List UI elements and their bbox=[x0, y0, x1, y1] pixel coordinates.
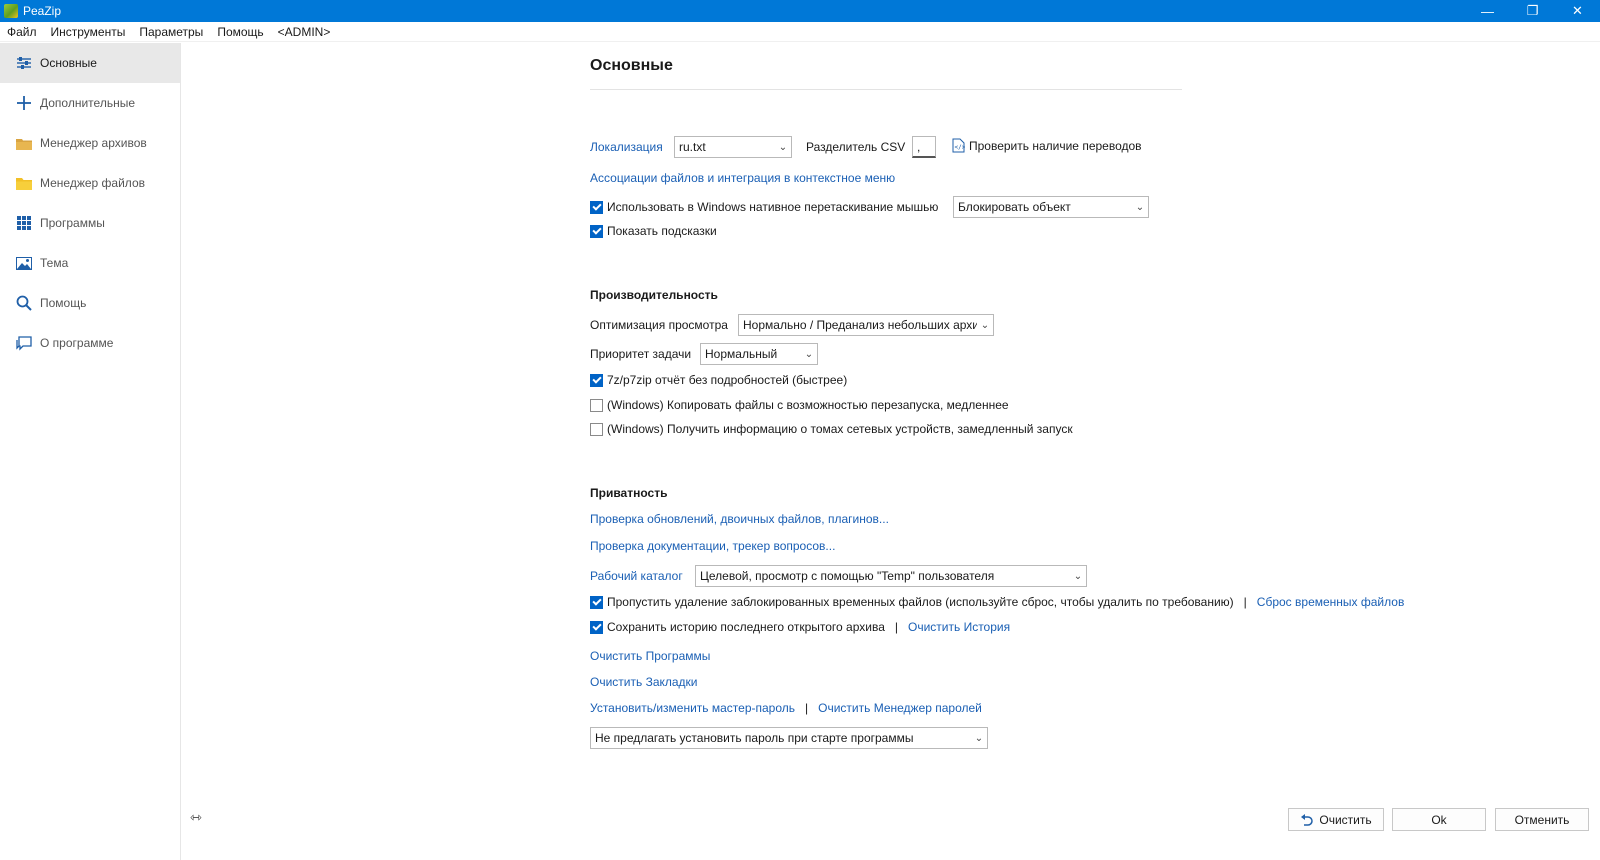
plus-icon bbox=[16, 95, 32, 111]
sidebar-item-label: Помощь bbox=[40, 296, 87, 310]
folder-icon bbox=[16, 175, 32, 191]
task-priority-label: Приоритет задачи bbox=[590, 347, 692, 361]
sidebar-item-archive-manager[interactable]: Менеджер архивов bbox=[0, 123, 180, 163]
menu-options[interactable]: Параметры bbox=[132, 25, 210, 39]
drag-mode-select[interactable]: Блокировать объект ⌄ bbox=[953, 196, 1149, 218]
page-title: Основные bbox=[590, 57, 673, 74]
csv-separator-label: Разделитель CSV bbox=[806, 140, 906, 154]
chevron-down-icon: ⌄ bbox=[980, 319, 990, 331]
sidebar-item-general[interactable]: Основные bbox=[0, 43, 180, 83]
csv-separator-input[interactable]: , bbox=[912, 136, 936, 158]
master-password-link[interactable]: Установить/изменить мастер-пароль bbox=[590, 701, 795, 715]
localization-link[interactable]: Локализация bbox=[590, 140, 663, 154]
sidebar-item-label: Тема bbox=[40, 256, 69, 270]
svg-text:</>: </> bbox=[955, 144, 966, 151]
clear-password-manager-link[interactable]: Очистить Менеджер паролей bbox=[818, 701, 982, 715]
reset-temp-files-link[interactable]: Сброс временных файлов bbox=[1257, 595, 1405, 609]
clear-programs-link[interactable]: Очистить Программы bbox=[590, 649, 710, 663]
sidebar-item-label: Менеджер файлов bbox=[40, 176, 145, 190]
sidebar-item-help[interactable]: Помощь bbox=[0, 283, 180, 323]
sidebar-item-label: Менеджер архивов bbox=[40, 136, 147, 150]
menu-bar: Файл Инструменты Параметры Помощь <ADMIN… bbox=[0, 22, 1600, 42]
checkbox-unchecked bbox=[590, 422, 603, 436]
menu-admin[interactable]: <ADMIN> bbox=[271, 25, 338, 39]
grid-icon bbox=[16, 215, 32, 231]
resize-arrows-icon[interactable]: ⇿ bbox=[190, 809, 202, 826]
check-translations-link[interactable]: </> Проверить наличие переводов bbox=[952, 138, 1142, 153]
title-divider bbox=[590, 89, 1182, 90]
checkbox-checked bbox=[590, 620, 603, 634]
password-links-row: Установить/изменить мастер-пароль | Очис… bbox=[590, 701, 982, 715]
chat-icon bbox=[16, 335, 32, 351]
chevron-down-icon: ⌄ bbox=[1135, 201, 1145, 213]
close-button[interactable]: ✕ bbox=[1555, 0, 1600, 22]
save-history-checkbox[interactable]: Сохранить историю последнего открытого а… bbox=[590, 620, 1010, 634]
chevron-down-icon: ⌄ bbox=[804, 348, 814, 360]
image-icon bbox=[16, 255, 32, 271]
clear-bookmarks-link[interactable]: Очистить Закладки bbox=[590, 675, 698, 689]
chevron-down-icon: ⌄ bbox=[1073, 570, 1083, 582]
sidebar-item-file-manager[interactable]: Менеджер файлов bbox=[0, 163, 180, 203]
checkbox-checked bbox=[590, 200, 603, 214]
code-file-icon: </> bbox=[952, 138, 965, 153]
checkbox-checked bbox=[590, 595, 603, 609]
menu-file[interactable]: Файл bbox=[0, 25, 44, 39]
archive-folder-icon bbox=[16, 135, 32, 151]
skip-locked-temp-delete-checkbox[interactable]: Пропустить удаление заблокированных врем… bbox=[590, 595, 1404, 609]
undo-icon bbox=[1300, 813, 1314, 826]
sidebar-item-label: Основные bbox=[40, 56, 97, 70]
chevron-down-icon: ⌄ bbox=[974, 732, 984, 744]
sliders-icon bbox=[16, 55, 32, 71]
sidebar-item-programs[interactable]: Программы bbox=[0, 203, 180, 243]
working-directory-select[interactable]: Целевой, просмотр с помощью "Temp" польз… bbox=[695, 565, 1087, 587]
check-docs-link[interactable]: Проверка документации, трекер вопросов..… bbox=[590, 539, 835, 553]
sidebar-item-about[interactable]: О программе bbox=[0, 323, 180, 363]
window-title: PeaZip bbox=[23, 4, 62, 18]
preview-optimization-label: Оптимизация просмотра bbox=[590, 318, 728, 332]
sidebar-item-label: Дополнительные bbox=[40, 96, 135, 110]
network-volume-info-checkbox[interactable]: (Windows) Получить информацию о томах се… bbox=[590, 422, 1073, 436]
checkbox-unchecked bbox=[590, 398, 603, 412]
sidebar-item-label: Программы bbox=[40, 216, 105, 230]
menu-tools[interactable]: Инструменты bbox=[44, 25, 133, 39]
ok-button[interactable]: Ok bbox=[1392, 808, 1486, 831]
localization-select[interactable]: ru.txt ⌄ bbox=[674, 136, 792, 158]
performance-heading: Производительность bbox=[590, 288, 718, 302]
check-updates-link[interactable]: Проверка обновлений, двоичных файлов, пл… bbox=[590, 512, 889, 526]
working-directory-link[interactable]: Рабочий каталог bbox=[590, 569, 683, 583]
search-icon bbox=[16, 295, 32, 311]
sidebar-item-advanced[interactable]: Дополнительные bbox=[0, 83, 180, 123]
peazip-logo-icon bbox=[4, 4, 18, 18]
minimize-button[interactable]: — bbox=[1465, 0, 1510, 22]
password-prompt-select[interactable]: Не предлагать установить пароль при стар… bbox=[590, 727, 988, 749]
menu-help[interactable]: Помощь bbox=[210, 25, 270, 39]
checkbox-checked bbox=[590, 373, 603, 387]
sidebar-item-theme[interactable]: Тема bbox=[0, 243, 180, 283]
sidebar-item-label: О программе bbox=[40, 336, 114, 350]
clear-history-link[interactable]: Очистить История bbox=[908, 620, 1010, 634]
restartable-copy-checkbox[interactable]: (Windows) Копировать файлы с возможность… bbox=[590, 398, 1009, 412]
brief-report-checkbox[interactable]: 7z/p7zip отчёт без подробностей (быстрее… bbox=[590, 373, 847, 387]
native-drag-checkbox[interactable]: Использовать в Windows нативное перетаск… bbox=[590, 200, 938, 214]
window-controls: — ❐ ✕ bbox=[1465, 0, 1600, 22]
clear-button[interactable]: Очистить bbox=[1288, 808, 1384, 831]
title-bar: PeaZip — ❐ ✕ bbox=[0, 0, 1600, 22]
settings-main: Основные Локализация ru.txt ⌄ Разделител… bbox=[182, 43, 1600, 860]
settings-sidebar: Основные Дополнительные Менеджер архивов… bbox=[0, 43, 181, 860]
show-hints-checkbox[interactable]: Показать подсказки bbox=[590, 224, 717, 238]
privacy-heading: Приватность bbox=[590, 486, 668, 500]
checkbox-checked bbox=[590, 224, 603, 238]
cancel-button[interactable]: Отменить bbox=[1495, 808, 1589, 831]
task-priority-select[interactable]: Нормальный ⌄ bbox=[700, 343, 818, 365]
restore-button[interactable]: ❐ bbox=[1510, 0, 1555, 22]
file-associations-link[interactable]: Ассоциации файлов и интеграция в контекс… bbox=[590, 171, 895, 185]
chevron-down-icon: ⌄ bbox=[778, 141, 788, 153]
preview-optimization-select[interactable]: Нормально / Преданализ небольших архи ⌄ bbox=[738, 314, 994, 336]
